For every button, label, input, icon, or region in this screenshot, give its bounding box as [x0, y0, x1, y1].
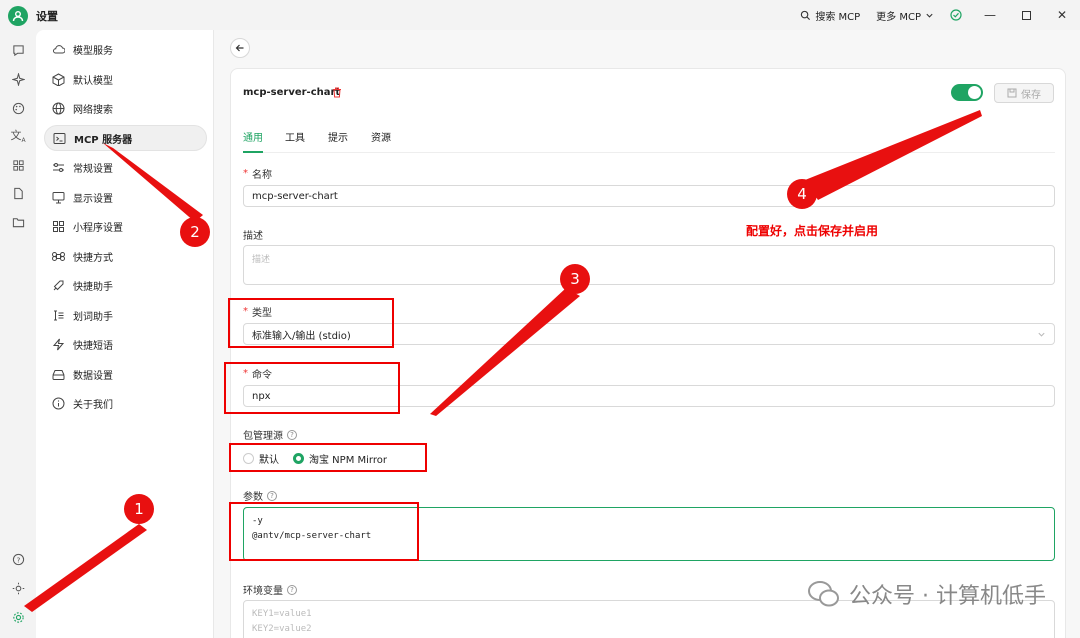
wechat-icon — [808, 581, 840, 607]
nav-item-label: 网络搜索 — [73, 104, 113, 116]
translate-icon[interactable]: 文A — [10, 128, 26, 144]
settings-gear-icon[interactable] — [10, 609, 26, 625]
search-mcp-button[interactable]: 搜索 MCP — [800, 8, 860, 23]
cube-icon — [52, 72, 65, 86]
name-label: * 名称 — [243, 168, 272, 181]
nav-item-label: MCP 服务器 — [74, 134, 133, 146]
nav-item-10[interactable]: 快捷短语 — [44, 331, 207, 357]
nav-item-9[interactable]: 划词助手 — [44, 302, 207, 328]
annotation-box-registry — [229, 443, 427, 472]
nav-item-8[interactable]: 快捷助手 — [44, 272, 207, 298]
app-rail: 文A ? — [0, 30, 36, 638]
nav-item-7[interactable]: 快捷方式 — [44, 243, 207, 269]
nav-item-label: 模型服务 — [73, 45, 113, 57]
nav-item-label: 常规设置 — [73, 163, 113, 175]
globe-icon — [52, 102, 65, 114]
nav-item-label: 快捷方式 — [73, 252, 113, 264]
more-mcp-dropdown[interactable]: 更多 MCP — [876, 8, 934, 23]
args-label: 参数? — [243, 488, 277, 503]
nav-item-label: 数据设置 — [73, 370, 113, 382]
save-button[interactable]: 保存 — [994, 83, 1054, 103]
back-button[interactable] — [230, 38, 250, 58]
nav-item-3[interactable]: MCP 服务器 — [44, 125, 207, 151]
annotation-note: 配置好，点击保存并启用 — [746, 224, 879, 238]
document-icon[interactable] — [10, 185, 26, 201]
trash-icon[interactable] — [332, 87, 342, 101]
sun-icon[interactable] — [10, 580, 26, 596]
help-icon: ? — [287, 429, 297, 440]
nav-item-11[interactable]: 数据设置 — [44, 361, 207, 387]
info-icon — [52, 397, 65, 409]
annotation-number-1: 1 — [124, 494, 154, 524]
search-icon — [801, 10, 811, 20]
svg-text:?: ? — [16, 555, 20, 564]
status-check-icon[interactable] — [950, 9, 962, 21]
title-bar: 设置 搜索 MCP 更多 MCP — ✕ — [0, 0, 1080, 30]
nav-item-1[interactable]: 默认模型 — [44, 66, 207, 92]
text-select-icon — [54, 310, 64, 320]
folder-icon[interactable] — [10, 214, 26, 230]
name-input[interactable]: mcp-server-chart — [243, 185, 1055, 207]
nav-item-5[interactable]: 显示设置 — [44, 184, 207, 210]
annotation-box-args — [229, 502, 419, 561]
command-icon — [52, 251, 65, 261]
annotation-number-2: 2 — [180, 217, 210, 247]
nav-item-0[interactable]: 模型服务 — [44, 36, 207, 62]
palette-icon[interactable] — [10, 100, 26, 116]
annotation-box-type — [228, 298, 394, 348]
chat-icon[interactable] — [10, 42, 26, 58]
zap-icon — [52, 338, 65, 350]
env-label: 环境变量? — [243, 582, 297, 597]
server-name-title: mcp-server-chart — [243, 87, 341, 98]
nav-item-label: 小程序设置 — [73, 222, 123, 234]
tab-tools[interactable]: 工具 — [285, 129, 305, 153]
server-tabs: 通用 工具 提示 资源 — [243, 129, 1055, 153]
tab-prompts[interactable]: 提示 — [328, 129, 348, 153]
help-icon: ? — [287, 584, 297, 595]
annotation-number-3: 3 — [560, 264, 590, 294]
sliders-icon — [53, 162, 64, 172]
nav-item-label: 显示设置 — [73, 193, 113, 205]
nav-item-label: 默认模型 — [73, 75, 113, 87]
app-logo-icon — [8, 6, 28, 26]
chevron-down-icon — [1038, 332, 1045, 337]
nav-item-label: 划词助手 — [73, 311, 113, 323]
description-textarea[interactable]: 描述 — [243, 245, 1055, 285]
monitor-icon — [52, 191, 65, 203]
chevron-down-icon — [926, 13, 933, 18]
help-icon: ? — [267, 490, 277, 501]
annotation-number-4: 4 — [787, 179, 817, 209]
rocket-icon — [53, 280, 64, 290]
minimize-button[interactable]: — — [972, 0, 1008, 30]
nav-item-4[interactable]: 常规设置 — [44, 154, 207, 180]
arrow-left-icon — [235, 44, 244, 52]
enable-toggle[interactable] — [951, 84, 983, 101]
nav-item-label: 关于我们 — [73, 399, 113, 411]
app-title: 设置 — [36, 10, 58, 23]
cloud-icon — [53, 44, 65, 53]
tab-general[interactable]: 通用 — [243, 129, 263, 153]
apps-grid-icon[interactable] — [10, 157, 26, 173]
nav-item-label: 快捷短语 — [73, 340, 113, 352]
settings-nav: 模型服务默认模型网络搜索 MCP 服务器 常规设置显示设置小程序设置快捷方式快捷助手… — [36, 30, 214, 638]
tab-resources[interactable]: 资源 — [371, 129, 391, 153]
sparkle-icon[interactable] — [10, 71, 26, 87]
terminal-icon — [53, 132, 66, 144]
help-icon[interactable]: ? — [10, 551, 26, 567]
annotation-box-command — [224, 362, 400, 414]
nav-item-label: 快捷助手 — [73, 281, 113, 293]
grid-icon — [53, 220, 64, 232]
registry-label: 包管理源? — [243, 427, 297, 442]
nav-item-2[interactable]: 网络搜索 — [44, 95, 207, 121]
watermark: 公众号 · 计算机低手 — [807, 578, 1046, 610]
description-label: 描述 — [243, 231, 263, 242]
maximize-button[interactable] — [1008, 0, 1044, 30]
close-button[interactable]: ✕ — [1044, 0, 1080, 30]
storage-icon — [52, 369, 65, 380]
save-icon — [1007, 88, 1017, 98]
nav-item-12[interactable]: 关于我们 — [44, 390, 207, 416]
